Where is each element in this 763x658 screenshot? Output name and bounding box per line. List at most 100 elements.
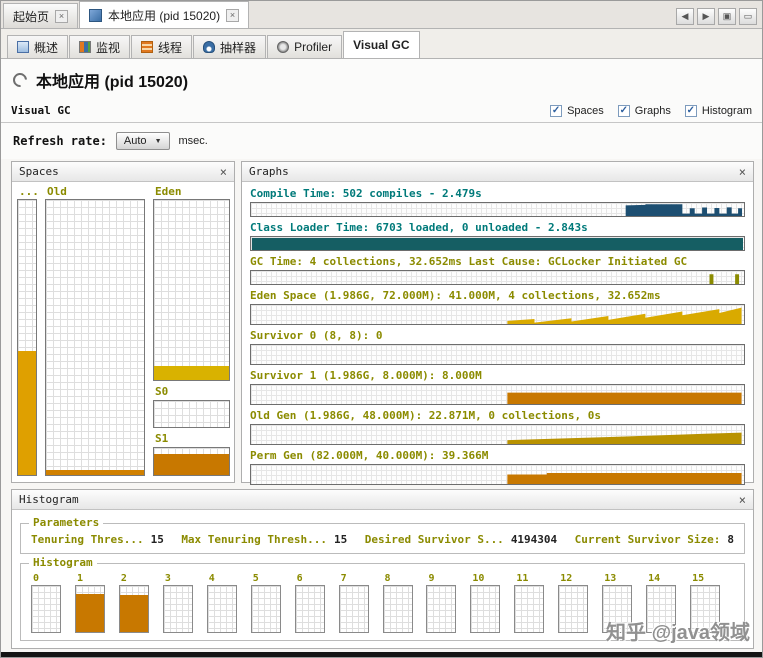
- histogram-bin-box: [162, 585, 193, 633]
- graph-strip: [250, 424, 745, 445]
- tab-overview[interactable]: 概述: [7, 35, 69, 58]
- application-icon: [89, 8, 103, 22]
- view-tab-label: 监视: [96, 40, 121, 55]
- parameters-group: Parameters Tenuring Thres... 15 Max Tenuri…: [20, 516, 745, 554]
- histogram-bin-label: 1: [76, 573, 83, 584]
- view-tab-label: Profiler: [294, 40, 333, 54]
- graphs-panel: Graphs × Compile Time: 502 compiles - 2.…: [241, 161, 754, 485]
- minimize-window-icon[interactable]: ▭: [739, 8, 757, 25]
- checkbox-label: Spaces: [567, 104, 604, 117]
- histogram-bin-label: 8: [384, 573, 391, 584]
- spaces-panel-header: Spaces ×: [12, 162, 234, 182]
- close-icon[interactable]: ×: [739, 494, 746, 506]
- graph-strip: [250, 464, 745, 485]
- parameter-value: 4194304: [510, 533, 558, 546]
- space-perm-label: ...: [19, 185, 39, 198]
- graph-row-label: Compile Time: 502 compiles - 2.479s: [250, 187, 482, 200]
- histogram-bin-label: 5: [252, 573, 259, 584]
- tab-close-icon[interactable]: ×: [55, 9, 69, 23]
- histogram-bin-label: 11: [516, 573, 529, 584]
- histogram-bin: 4: [206, 573, 251, 633]
- space-perm-fill: [18, 351, 36, 475]
- histogram-bin: 5: [250, 573, 295, 633]
- float-window-icon[interactable]: ▣: [718, 8, 736, 25]
- histogram-bin-label: 3: [164, 573, 171, 584]
- graph-row: Old Gen (1.986G, 48.000M): 22.871M, 0 co…: [250, 409, 745, 445]
- checkbox-graphs[interactable]: ✓ Graphs: [617, 104, 671, 117]
- histogram-bin-box: [74, 585, 105, 633]
- document-tab-bar: 起始页 × 本地应用 (pid 15020) × ◀ ▶ ▣ ▭: [1, 1, 762, 29]
- parameter-label: Tenuring Thres...: [31, 533, 144, 546]
- parameter-item: Desired Survivor S... 4194304: [365, 533, 557, 546]
- spaces-content: ... Old Eden S0 S1: [12, 182, 234, 482]
- checkbox-spaces[interactable]: ✓ Spaces: [550, 104, 604, 117]
- monitor-icon: [79, 41, 92, 53]
- parameter-item: Current Survivor Size: 8: [575, 533, 734, 546]
- space-s1-fill: [154, 454, 229, 475]
- graph-row: Eden Space (1.986G, 72.000M): 41.000M, 4…: [250, 289, 745, 325]
- spaces-panel-title: Spaces: [19, 165, 59, 178]
- histogram-bin-label: 13: [604, 573, 617, 584]
- checkbox-label: Histogram: [701, 104, 752, 117]
- tab-profiler[interactable]: Profiler: [267, 35, 343, 58]
- tab-threads[interactable]: 线程: [131, 35, 193, 58]
- parameters-group-title: Parameters: [29, 516, 104, 529]
- tab-visualgc[interactable]: Visual GC: [343, 31, 420, 58]
- histogram-bin-box: [558, 585, 589, 633]
- back-arrow-icon[interactable]: ◀: [676, 8, 694, 25]
- refresh-rate-row: Refresh rate: Auto ▼ msec.: [1, 123, 762, 159]
- histogram-bin-label: 12: [560, 573, 573, 584]
- graph-strip: [250, 384, 745, 405]
- close-icon[interactable]: ×: [220, 166, 227, 178]
- close-icon[interactable]: ×: [739, 166, 746, 178]
- graphs-panel-header: Graphs ×: [242, 162, 753, 182]
- graphs-panel-title: Graphs: [249, 165, 289, 178]
- tab-close-icon[interactable]: ×: [226, 8, 240, 22]
- space-eden-fill: [154, 365, 229, 380]
- graph-row-label: GC Time: 4 collections, 32.652ms Last Ca…: [250, 255, 688, 268]
- graph-row: Compile Time: 502 compiles - 2.479s: [250, 187, 745, 217]
- parameter-item: Tenuring Thres... 15: [31, 533, 164, 546]
- histogram-bin-label: 0: [33, 573, 40, 584]
- sampler-icon: [203, 41, 216, 53]
- forward-arrow-icon[interactable]: ▶: [697, 8, 715, 25]
- graphs-body: Compile Time: 502 compiles - 2.479s Class…: [242, 182, 753, 485]
- graph-row: Class Loader Time: 6703 loaded, 0 unload…: [250, 221, 745, 251]
- tab-monitor[interactable]: 监视: [69, 35, 131, 58]
- profiler-icon: [277, 41, 290, 53]
- histogram-bin: 1: [74, 573, 119, 633]
- histogram-bin-label: 14: [648, 573, 661, 584]
- histogram-bin: 9: [426, 573, 470, 633]
- histogram-bin: 6: [294, 573, 339, 633]
- histogram-bin-label: 7: [340, 573, 347, 584]
- space-old-label: Old: [47, 185, 67, 198]
- checkbox-histogram[interactable]: ✓ Histogram: [684, 104, 752, 117]
- histogram-group-title: Histogram: [29, 556, 97, 569]
- space-eden-label: Eden: [155, 185, 182, 198]
- parameter-value: 15: [150, 533, 164, 546]
- parameter-value: 8: [727, 533, 734, 546]
- checkbox-box-icon: ✓: [684, 104, 697, 117]
- view-tab-label: Visual GC: [353, 38, 410, 52]
- document-tab[interactable]: 本地应用 (pid 15020) ×: [79, 1, 250, 28]
- space-old-fill: [46, 469, 144, 475]
- graph-row: Survivor 1 (1.986G, 8.000M): 8.000M: [250, 369, 745, 405]
- document-tab-label: 起始页: [13, 9, 50, 24]
- histogram-bin-fill: [75, 594, 104, 632]
- overview-icon: [17, 41, 29, 53]
- parameter-label: Max Tenuring Thresh...: [181, 533, 328, 546]
- histogram-bin-box: [118, 585, 149, 633]
- histogram-bin-box: [426, 585, 457, 633]
- refresh-rate-unit: msec.: [178, 135, 208, 147]
- view-tab-bar: 概述 监视 线程 抽样器 Profiler Visual GC: [1, 29, 762, 59]
- page-title: 本地应用 (pid 15020): [36, 74, 189, 91]
- histogram-bin-label: 2: [120, 573, 127, 584]
- document-tab[interactable]: 起始页 ×: [3, 3, 79, 28]
- histogram-panel-header: Histogram ×: [12, 490, 753, 510]
- histogram-bin-box: [470, 585, 501, 633]
- tab-sampler[interactable]: 抽样器: [193, 35, 267, 58]
- histogram-bin: 10: [470, 573, 514, 633]
- checkbox-box-icon: ✓: [617, 104, 630, 117]
- refresh-rate-dropdown[interactable]: Auto ▼: [115, 132, 170, 150]
- histogram-bin: 3: [162, 573, 207, 633]
